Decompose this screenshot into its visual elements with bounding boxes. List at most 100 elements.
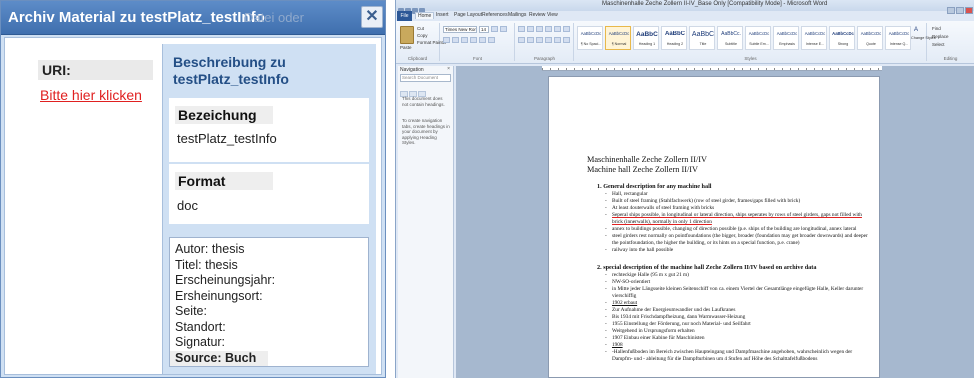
navigation-search-input[interactable]: Search Document bbox=[400, 74, 451, 82]
justify-icon[interactable] bbox=[545, 37, 552, 43]
select-button[interactable]: Select bbox=[932, 42, 945, 47]
style-intense-quote[interactable]: AaBbCcDc Intense Q... bbox=[885, 26, 911, 50]
copy-button[interactable]: Copy bbox=[417, 33, 428, 38]
text-highlight-icon[interactable] bbox=[479, 37, 486, 43]
cut-button[interactable]: Cut bbox=[417, 26, 424, 31]
shrink-font-icon[interactable] bbox=[500, 26, 507, 32]
style-name: Heading 1 bbox=[638, 42, 656, 46]
style-name: Intense E... bbox=[805, 42, 825, 46]
metadata-box: Autor: thesis Titel: thesis Erscheinungs… bbox=[169, 237, 369, 367]
description-panel: Beschreibung zu testPlatz_testInfo Bezei… bbox=[162, 44, 376, 374]
style-sample: AaBbCcDc bbox=[860, 31, 882, 36]
bullets-icon[interactable] bbox=[518, 26, 525, 32]
style-subtitle[interactable]: AaBbCc. Subtitle bbox=[717, 26, 743, 50]
style-name: Subtitle bbox=[725, 42, 737, 46]
font-color-icon[interactable] bbox=[488, 37, 495, 43]
style-emphasis[interactable]: AaBbCcDc Emphasis bbox=[773, 26, 799, 50]
word-titlebar[interactable]: Maschinenhalle Zeche Zollern II-IV_Base … bbox=[396, 0, 974, 14]
meta-signature: Signatur: bbox=[175, 335, 226, 349]
list-item: NW-SO-orientiert bbox=[605, 279, 873, 286]
style-sample: AaBbCc. bbox=[721, 31, 741, 37]
description-heading: Beschreibung zu testPlatz_testInfo bbox=[173, 54, 289, 87]
show-formatting-icon[interactable] bbox=[563, 26, 570, 32]
style-strong[interactable]: AaBbCcDc Strong bbox=[829, 26, 855, 50]
dialog-title: Archiv Material zu testPlatz_testInfo bbox=[8, 9, 265, 26]
style-sample: AaBbCcDc bbox=[776, 31, 798, 36]
style-quote[interactable]: AaBbCcDc Quote bbox=[857, 26, 883, 50]
group-label-font: Font bbox=[472, 56, 482, 61]
format-field: Format doc bbox=[169, 164, 369, 224]
bold-icon[interactable] bbox=[443, 37, 450, 43]
archive-dialog: Archiv Material zu testPlatz_testInfo Da… bbox=[0, 0, 386, 378]
underline-icon[interactable] bbox=[461, 37, 468, 43]
list-item: railway into the hall possible bbox=[605, 247, 873, 254]
format-label: Format bbox=[175, 172, 273, 190]
style-heading-1[interactable]: AaBbC Heading 1 bbox=[633, 26, 659, 50]
align-left-icon[interactable] bbox=[518, 37, 525, 43]
replace-button[interactable]: Replace bbox=[932, 34, 949, 39]
meta-year: Erscheinungsjahr: bbox=[175, 273, 276, 287]
font-name-select[interactable]: Times New Roma bbox=[443, 26, 477, 33]
bezeichnung-field: Bezeichung testPlatz_testInfo bbox=[169, 98, 369, 162]
tab-page-layout[interactable]: Page Layout bbox=[454, 12, 482, 18]
font-size-select[interactable]: 14 bbox=[479, 26, 489, 33]
list-item: -Hallenfußboden im Bereich zwischen Haup… bbox=[605, 349, 873, 363]
group-label-editing: Editing bbox=[943, 56, 958, 61]
style-sample: AaBbCcDc bbox=[832, 31, 854, 36]
tab-mailings[interactable]: Mailings bbox=[508, 12, 526, 18]
tab-review[interactable]: Review bbox=[529, 12, 545, 18]
find-button[interactable]: Find bbox=[932, 26, 941, 31]
doc-section-1-heading: 1. General description for any machine h… bbox=[597, 183, 712, 190]
tab-view[interactable]: View bbox=[547, 12, 558, 18]
horizontal-ruler[interactable] bbox=[542, 66, 882, 71]
bezeichnung-label: Bezeichung bbox=[175, 106, 273, 124]
clipboard-group: Paste Cut Copy Format Painter Clipboard bbox=[396, 23, 447, 61]
tab-insert[interactable]: Insert bbox=[436, 12, 449, 18]
style-heading-2[interactable]: AaBbC Heading 2 bbox=[661, 26, 687, 50]
italic-icon[interactable] bbox=[452, 37, 459, 43]
tab-home[interactable]: Home bbox=[415, 12, 435, 19]
tab-file[interactable]: File bbox=[397, 11, 412, 21]
style-intense-emphasis[interactable]: AaBbCcDc Intense E... bbox=[801, 26, 827, 50]
dialog-titlebar[interactable]: Archiv Material zu testPlatz_testInfo Da… bbox=[1, 1, 385, 35]
quick-access-toolbar[interactable] bbox=[398, 1, 440, 14]
multilevel-list-icon[interactable] bbox=[536, 26, 543, 32]
grow-font-icon[interactable] bbox=[491, 26, 498, 32]
tab-references[interactable]: References bbox=[482, 12, 508, 18]
style-sample: AaBbCcDc bbox=[748, 31, 770, 36]
style-title[interactable]: AaBbC Title bbox=[689, 26, 715, 50]
strikethrough-icon[interactable] bbox=[470, 37, 477, 43]
navigation-view-tabs bbox=[400, 84, 451, 97]
style-name: ¶ Normal bbox=[611, 42, 627, 46]
paste-icon[interactable] bbox=[400, 26, 414, 44]
shading-icon[interactable] bbox=[563, 37, 570, 43]
change-styles-icon[interactable]: A bbox=[914, 27, 918, 33]
align-center-icon[interactable] bbox=[527, 37, 534, 43]
uri-label: URI: bbox=[38, 60, 153, 80]
close-icon[interactable]: ✕ bbox=[361, 6, 383, 28]
style-no-spacing[interactable]: AaBbCcDc ¶ No Spaci... bbox=[577, 26, 603, 50]
group-label-paragraph: Paragraph bbox=[533, 56, 555, 61]
align-right-icon[interactable] bbox=[536, 37, 543, 43]
dialog-body: URI: Bitte hier klicken Beschreibung zu … bbox=[4, 37, 382, 375]
meta-place: Ersheinungsort: bbox=[175, 288, 263, 303]
style-normal[interactable]: AaBbCcDc ¶ Normal bbox=[605, 26, 631, 50]
style-name: Subtle Em... bbox=[749, 42, 769, 46]
numbering-icon[interactable] bbox=[527, 26, 534, 32]
word-window-title: Maschinenhalle Zeche Zollern II-IV_Base … bbox=[602, 1, 828, 7]
meta-location: Standort: bbox=[175, 319, 226, 334]
style-sample: AaBbCcDc bbox=[888, 31, 910, 36]
open-uri-link[interactable]: Bitte hier klicken bbox=[40, 87, 142, 103]
styles-group: AaBbCcDc ¶ No Spaci... AaBbCcDc ¶ Normal A… bbox=[575, 23, 936, 61]
list-item: in Mitte jeder Längsseite kleinen Seiten… bbox=[605, 286, 873, 300]
document-page[interactable]: Maschinenhalle Zeche Zollern II/IV Machi… bbox=[548, 76, 880, 378]
decrease-indent-icon[interactable] bbox=[545, 26, 552, 32]
meta-page: Seite: bbox=[175, 304, 207, 318]
increase-indent-icon[interactable] bbox=[554, 26, 561, 32]
line-spacing-icon[interactable] bbox=[554, 37, 561, 43]
style-subtle-emphasis[interactable]: AaBbCcDc Subtle Em... bbox=[745, 26, 771, 50]
list-item: Hall, rectangular bbox=[605, 191, 873, 198]
paste-button[interactable]: Paste bbox=[400, 45, 412, 50]
word-window: Maschinenhalle Zeche Zollern II-IV_Base … bbox=[395, 0, 974, 378]
close-pane-icon[interactable]: × bbox=[447, 66, 450, 72]
